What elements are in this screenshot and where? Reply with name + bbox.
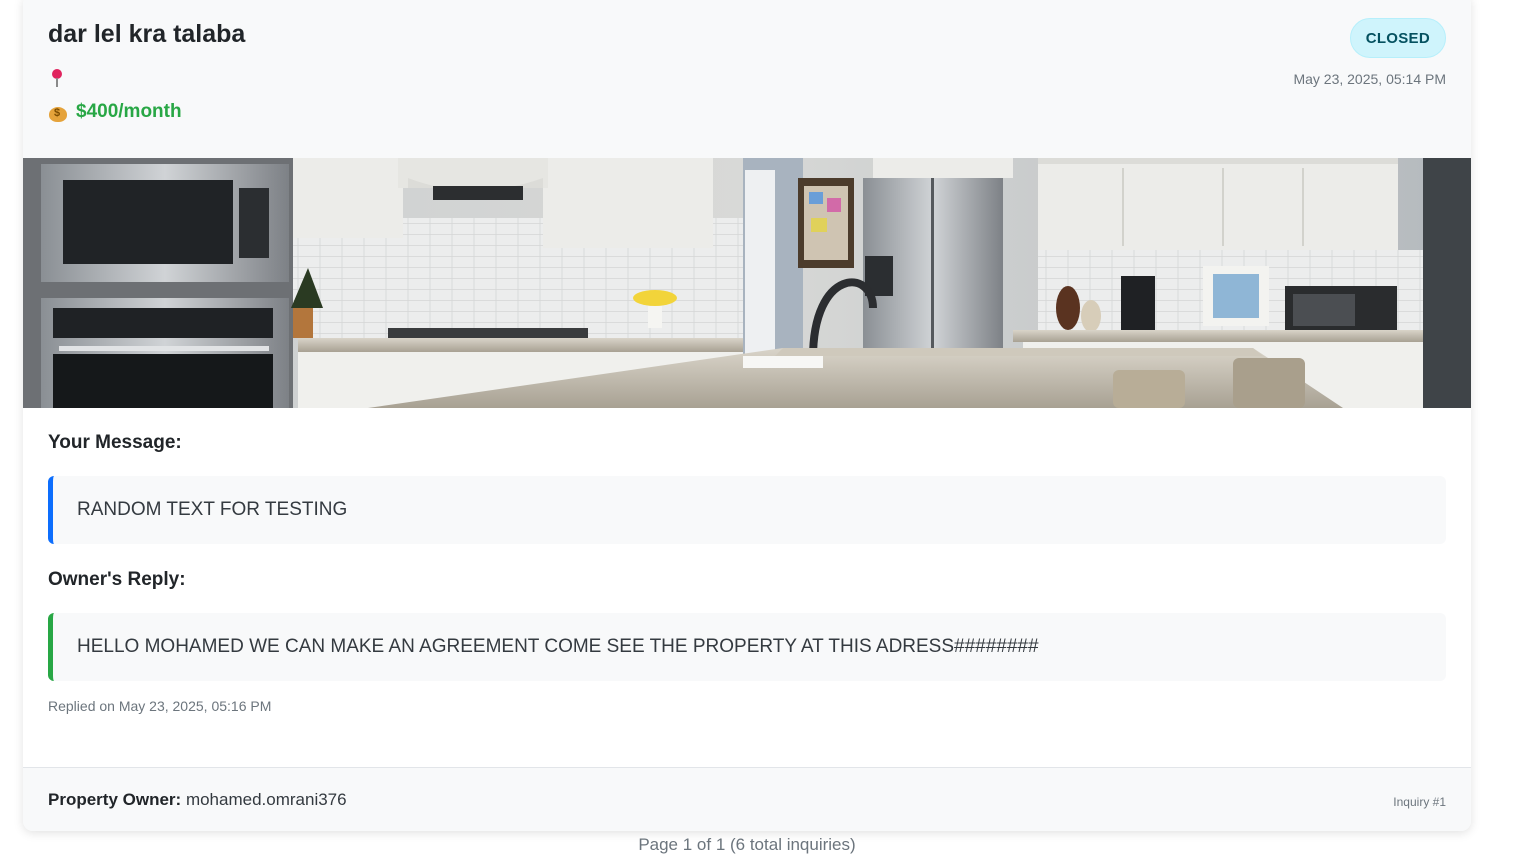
- your-message-box: RANDOM TEXT FOR TESTING: [48, 476, 1446, 544]
- price-row: $400/month: [48, 101, 182, 123]
- inquiry-date: May 23, 2025, 05:14 PM: [1293, 71, 1446, 87]
- property-title: dar lel kra talaba: [48, 20, 246, 48]
- property-owner-name: mohamed.omrani376: [185, 790, 347, 809]
- owner-reply-box: HELLO MOHAMED WE CAN MAKE AN AGREEMENT C…: [48, 613, 1446, 681]
- status-badge: CLOSED: [1349, 18, 1446, 58]
- location-row: [50, 69, 64, 95]
- inquiry-card: dar lel kra talaba CLOSED May 23, 2025, …: [23, 0, 1471, 831]
- money-bag-icon: [48, 102, 68, 122]
- owner-reply-label: Owner's Reply:: [48, 569, 186, 590]
- price-text: $400/month: [76, 101, 182, 122]
- replied-on-date: Replied on May 23, 2025, 05:16 PM: [48, 698, 272, 714]
- card-footer: Property Owner: mohamed.omrani376 Inquir…: [23, 767, 1471, 831]
- property-owner: Property Owner: mohamed.omrani376: [48, 790, 347, 810]
- inquiry-number: Inquiry #1: [1393, 795, 1446, 809]
- your-message-label: Your Message:: [48, 432, 182, 453]
- property-owner-label: Property Owner:: [48, 790, 182, 809]
- map-pin-icon: [50, 69, 64, 89]
- card-header: dar lel kra talaba CLOSED May 23, 2025, …: [23, 0, 1471, 158]
- property-image: [23, 158, 1471, 408]
- pagination-info: Page 1 of 1 (6 total inquiries): [638, 835, 856, 854]
